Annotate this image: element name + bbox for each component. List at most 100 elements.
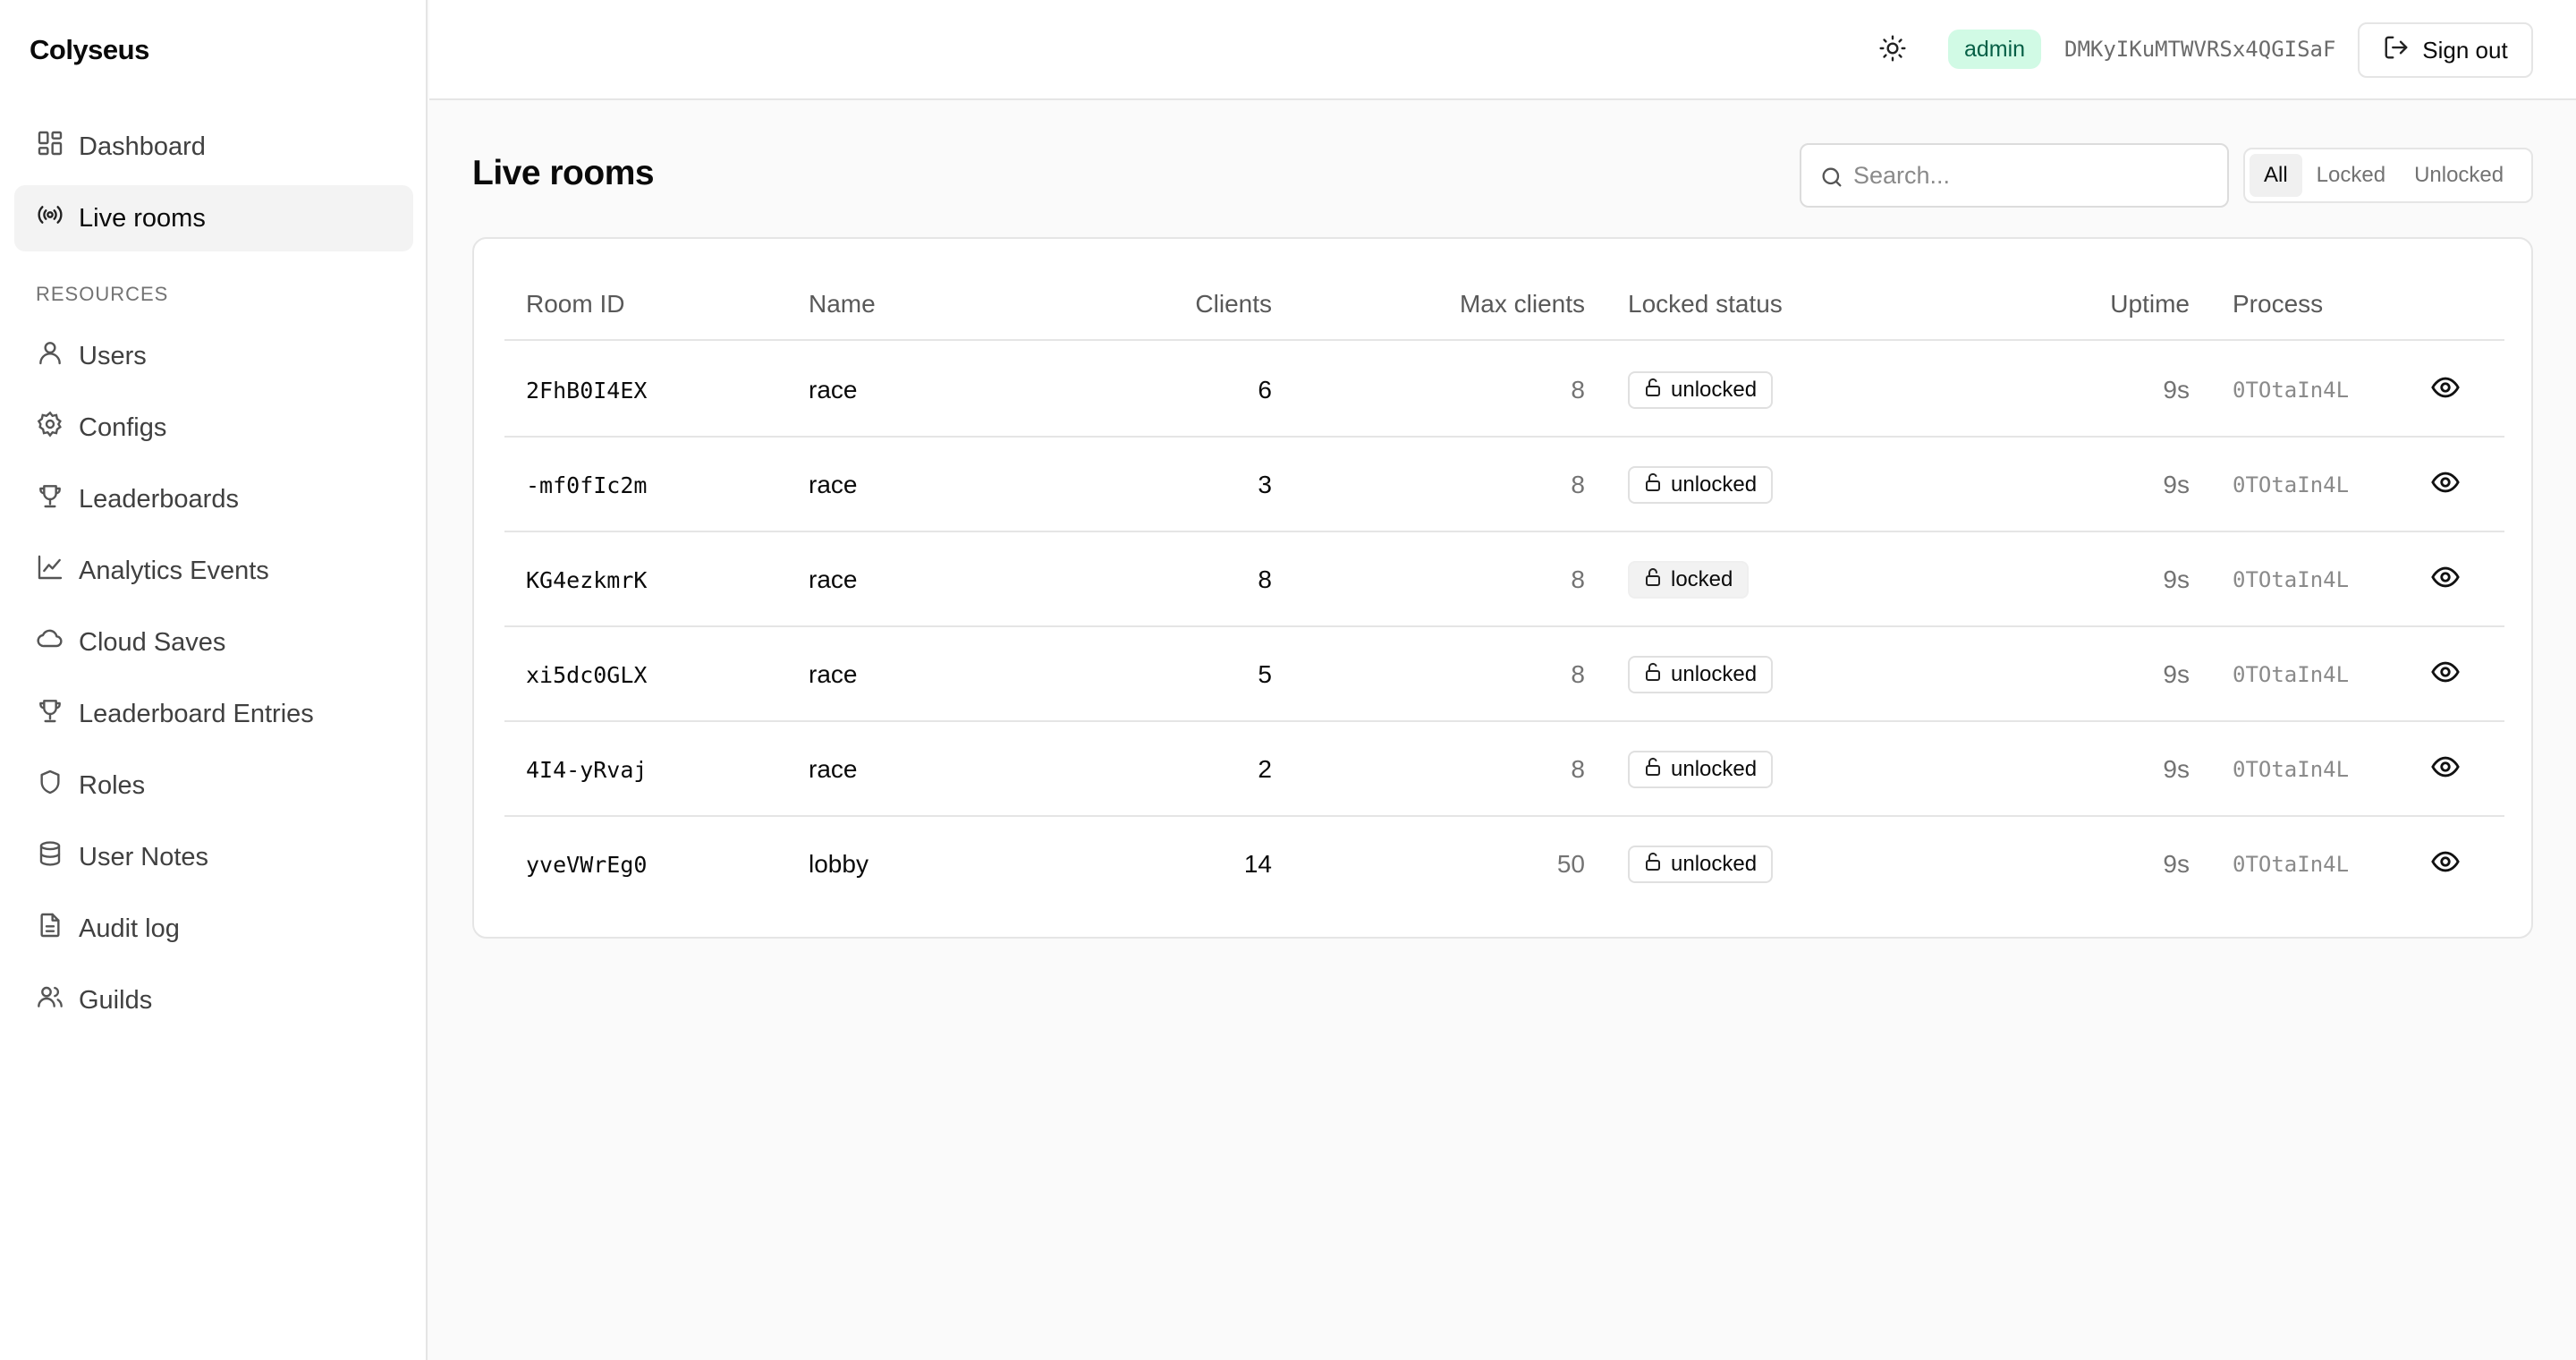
locked-status-cell: unlocked — [1628, 438, 1774, 532]
locked-status-label: unlocked — [1671, 757, 1758, 781]
line-chart-icon — [36, 553, 79, 589]
process-cell: 0TOtaIn4L — [2233, 852, 2350, 877]
room-id-cell: xi5dc0GLX — [526, 661, 648, 688]
view-cell — [2426, 722, 2465, 817]
view-cell — [2426, 438, 2465, 532]
dashboard-icon — [36, 129, 79, 165]
table-row[interactable]: 2FhB0I4EX race 6 8 unlocked 9s 0TOtaIn4L — [504, 343, 2504, 438]
sidebar-item-dashboard[interactable]: Dashboard — [14, 114, 413, 180]
room-id-cell: 4I4-yRvaj — [526, 756, 648, 783]
sidebar-item-label: Leaderboard Entries — [79, 699, 314, 728]
process-cell: 0TOtaIn4L — [2233, 378, 2350, 403]
theme-toggle-button[interactable] — [1875, 32, 1911, 68]
sidebar: Colyseus Dashboard Live rooms RESOURCES … — [0, 0, 428, 1360]
sidebar-item-configs[interactable]: Configs — [14, 395, 413, 461]
view-room-button[interactable] — [2426, 465, 2465, 505]
sidebar-item-label: Users — [79, 341, 147, 370]
locked-status-badge: unlocked — [1628, 371, 1774, 409]
user-id: DMKyIKuMTWVRSx4QGISaF — [2064, 37, 2336, 62]
column-header-clients: Clients — [1195, 290, 1272, 318]
table-row[interactable]: xi5dc0GLX race 5 8 unlocked 9s 0TOtaIn4L — [504, 627, 2504, 722]
sidebar-item-audit-log[interactable]: Audit log — [14, 896, 413, 962]
sidebar-item-label: Cloud Saves — [79, 627, 226, 657]
view-cell — [2426, 343, 2465, 438]
max-clients-cell: 8 — [1571, 376, 1585, 404]
sidebar-item-guilds[interactable]: Guilds — [14, 967, 413, 1033]
table-row[interactable]: -mf0fIc2m race 3 8 unlocked 9s 0TOtaIn4L — [504, 438, 2504, 532]
eye-icon — [2430, 372, 2461, 409]
sidebar-item-cloud-saves[interactable]: Cloud Saves — [14, 609, 413, 676]
unlock-icon — [1642, 661, 1664, 689]
max-clients-cell: 50 — [1556, 850, 1585, 878]
column-header-uptime: Uptime — [2110, 290, 2190, 318]
max-clients-cell: 8 — [1571, 565, 1585, 593]
process-cell: 0TOtaIn4L — [2233, 472, 2350, 497]
view-room-button[interactable] — [2426, 750, 2465, 789]
clients-cell: 5 — [1258, 660, 1272, 688]
room-name-cell: race — [809, 660, 858, 688]
users-icon — [36, 982, 79, 1018]
locked-status-cell: unlocked — [1628, 343, 1774, 438]
uptime-cell: 9s — [2163, 376, 2190, 404]
sidebar-item-label: Live rooms — [79, 203, 206, 233]
eye-icon — [2430, 467, 2461, 504]
view-room-button[interactable] — [2426, 370, 2465, 410]
trophy-icon — [36, 481, 79, 517]
search-box — [1800, 143, 2229, 208]
table-row[interactable]: 4I4-yRvaj race 2 8 unlocked 9s 0TOtaIn4L — [504, 722, 2504, 817]
eye-icon — [2430, 562, 2461, 599]
process-cell: 0TOtaIn4L — [2233, 757, 2350, 782]
trophy-icon — [36, 696, 79, 732]
table-row[interactable]: KG4ezkmrK race 8 8 locked 9s 0TOtaIn4L — [504, 532, 2504, 627]
sidebar-item-user-notes[interactable]: User Notes — [14, 824, 413, 890]
sign-out-button[interactable]: Sign out — [2358, 22, 2533, 78]
clients-cell: 8 — [1258, 565, 1272, 593]
uptime-cell: 9s — [2163, 850, 2190, 878]
sidebar-item-leaderboard-entries[interactable]: Leaderboard Entries — [14, 681, 413, 747]
column-header-locked-status: Locked status — [1628, 290, 1783, 318]
sidebar-item-live-rooms[interactable]: Live rooms — [14, 185, 413, 251]
column-header-process: Process — [2233, 290, 2324, 318]
sign-out-label: Sign out — [2422, 36, 2508, 64]
sidebar-item-leaderboards[interactable]: Leaderboards — [14, 466, 413, 532]
top-header: admin DMKyIKuMTWVRSx4QGISaF Sign out — [429, 0, 2576, 100]
eye-icon — [2430, 657, 2461, 693]
cloud-icon — [36, 625, 79, 660]
view-cell — [2426, 532, 2465, 627]
locked-status-label: unlocked — [1671, 852, 1758, 876]
view-room-button[interactable] — [2426, 655, 2465, 694]
view-room-button[interactable] — [2426, 560, 2465, 599]
rooms-table-card: Room ID Name Clients Max clients Locked … — [472, 237, 2533, 939]
database-icon — [36, 839, 79, 875]
sidebar-item-analytics-events[interactable]: Analytics Events — [14, 538, 413, 604]
search-input[interactable] — [1853, 161, 2211, 190]
unlock-icon — [1642, 377, 1664, 404]
view-room-button[interactable] — [2426, 845, 2465, 884]
view-cell — [2426, 627, 2465, 722]
sidebar-item-label: Audit log — [79, 914, 180, 943]
locked-status-cell: unlocked — [1628, 722, 1774, 817]
role-badge: admin — [1948, 30, 2042, 69]
clients-cell: 14 — [1243, 850, 1272, 878]
clients-cell: 2 — [1258, 755, 1272, 783]
locked-status-badge: unlocked — [1628, 656, 1774, 693]
filter-all-button[interactable]: All — [2250, 154, 2302, 197]
table-header: Room ID Name Clients Max clients Locked … — [504, 268, 2504, 341]
room-name-cell: race — [809, 376, 858, 404]
locked-status-badge: locked — [1628, 561, 1750, 599]
column-header-room-id: Room ID — [526, 290, 625, 318]
locked-status-cell: unlocked — [1628, 817, 1774, 912]
table-row[interactable]: yveVWrEg0 lobby 14 50 unlocked 9s 0TOtaIn4L — [504, 817, 2504, 912]
page-title: Live rooms — [472, 154, 655, 192]
sidebar-section-label: RESOURCES — [36, 283, 169, 305]
sidebar-item-roles[interactable]: Roles — [14, 752, 413, 819]
filter-unlocked-button[interactable]: Unlocked — [2400, 154, 2518, 197]
user-icon — [36, 338, 79, 374]
clients-cell: 6 — [1258, 376, 1272, 404]
app-logo[interactable]: Colyseus — [30, 34, 149, 66]
room-name-cell: race — [809, 755, 858, 783]
locked-status-label: unlocked — [1671, 378, 1758, 402]
sidebar-item-users[interactable]: Users — [14, 323, 413, 389]
sidebar-item-label: Configs — [79, 412, 167, 442]
filter-locked-button[interactable]: Locked — [2302, 154, 2400, 197]
